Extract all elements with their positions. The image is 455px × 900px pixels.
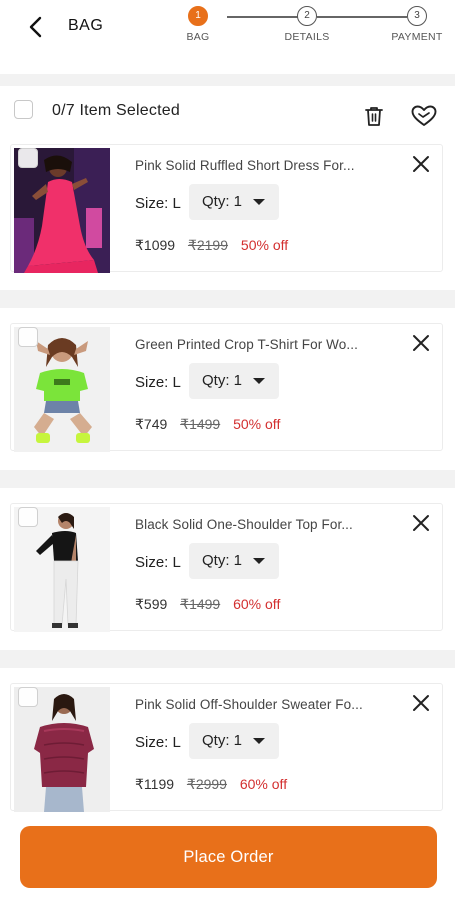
quantity-value: Qty: 1 [202,193,243,210]
original-price: ₹2999 [186,776,227,792]
original-price: ₹1499 [180,416,221,432]
close-icon [413,335,429,351]
price-row: ₹1199 ₹2999 60% off [135,776,287,793]
step-bag: 1 BAG [158,6,238,43]
back-button[interactable] [24,14,50,40]
wishlist-heart-icon [411,105,437,126]
step-payment: 3 PAYMENT [377,6,455,43]
size-label: Size: L [135,554,181,571]
header: BAG 1 BAG 2 DETAILS 3 PAYMENT [0,0,455,74]
back-arrow-icon [29,16,42,38]
price-row: ₹1099 ₹2199 50% off [135,237,288,254]
size-label: Size: L [135,195,181,212]
selection-bar: 0/7 Item Selected [0,86,455,140]
item-checkbox[interactable] [18,327,38,347]
quantity-dropdown[interactable]: Qty: 1 [189,543,279,579]
page-title: BAG [68,17,104,34]
discount-label: 60% off [233,596,281,612]
discount-label: 50% off [240,237,289,253]
section-divider [0,650,455,668]
selling-price: ₹599 [135,596,168,612]
step-number: 2 [297,6,317,26]
discount-label: 50% off [233,416,281,432]
cart-item: Pink Solid Ruffled Short Dress For... Si… [10,144,443,273]
price-row: ₹599 ₹1499 60% off [135,596,280,613]
section-divider [0,74,455,86]
close-icon [413,515,429,531]
price-row: ₹749 ₹1499 50% off [135,416,280,433]
original-price: ₹2199 [187,237,229,253]
cart-item: Pink Solid Off-Shoulder Sweater Fo... Si… [10,683,443,812]
quantity-value: Qty: 1 [202,732,243,749]
discount-label: 60% off [239,776,288,792]
close-icon [413,695,429,711]
trash-icon [365,107,383,126]
product-name[interactable]: Green Printed Crop T-Shirt For Wo... [135,337,375,352]
quantity-dropdown[interactable]: Qty: 1 [189,363,279,399]
caret-down-icon [253,199,265,205]
item-details: Black Solid One-Shoulder Top For... Size… [134,503,394,631]
item-details: Green Printed Crop T-Shirt For Wo... Siz… [134,323,394,451]
product-name[interactable]: Pink Solid Ruffled Short Dress For... [135,158,375,173]
remove-item-button[interactable] [411,154,431,174]
quantity-value: Qty: 1 [202,552,243,569]
select-all-checkbox[interactable] [14,100,33,119]
product-name[interactable]: Black Solid One-Shoulder Top For... [135,517,375,532]
place-order-button[interactable]: Place Order [20,826,437,888]
size-label: Size: L [135,734,181,751]
remove-item-button[interactable] [411,333,431,353]
selling-price: ₹749 [135,416,168,432]
selling-price: ₹1199 [135,776,175,792]
move-to-wishlist-button[interactable] [410,104,438,128]
cart-item: Black Solid One-Shoulder Top For... Size… [10,503,443,632]
item-details: Pink Solid Off-Shoulder Sweater Fo... Si… [134,683,394,811]
caret-down-icon [253,738,265,744]
item-checkbox[interactable] [18,148,38,168]
remove-item-button[interactable] [411,513,431,533]
selling-price: ₹1099 [135,237,176,253]
selection-count: 0/7 Item Selected [52,102,180,119]
quantity-value: Qty: 1 [202,372,243,389]
size-label: Size: L [135,374,181,391]
section-divider [0,470,455,488]
step-label: DETAILS [284,31,330,43]
delete-selected-button[interactable] [363,105,385,127]
remove-item-button[interactable] [411,693,431,713]
item-checkbox[interactable] [18,687,38,707]
cart-item: Green Printed Crop T-Shirt For Wo... Siz… [10,323,443,452]
cart-screen: BAG 1 BAG 2 DETAILS 3 PAYMENT 0/7 Item S… [0,0,455,900]
quantity-dropdown[interactable]: Qty: 1 [189,723,279,759]
checkout-stepper: 1 BAG 2 DETAILS 3 PAYMENT [178,6,448,50]
step-details: 2 DETAILS [267,6,347,43]
step-label: PAYMENT [391,31,443,43]
close-icon [413,156,429,172]
original-price: ₹1499 [180,596,221,612]
step-number: 3 [407,6,427,26]
caret-down-icon [253,558,265,564]
item-checkbox[interactable] [18,507,38,527]
quantity-dropdown[interactable]: Qty: 1 [189,184,279,220]
item-details: Pink Solid Ruffled Short Dress For... Si… [134,144,394,272]
step-number: 1 [188,6,208,26]
caret-down-icon [253,378,265,384]
product-name[interactable]: Pink Solid Off-Shoulder Sweater Fo... [135,697,375,712]
step-label: BAG [186,31,210,43]
section-divider [0,290,455,308]
